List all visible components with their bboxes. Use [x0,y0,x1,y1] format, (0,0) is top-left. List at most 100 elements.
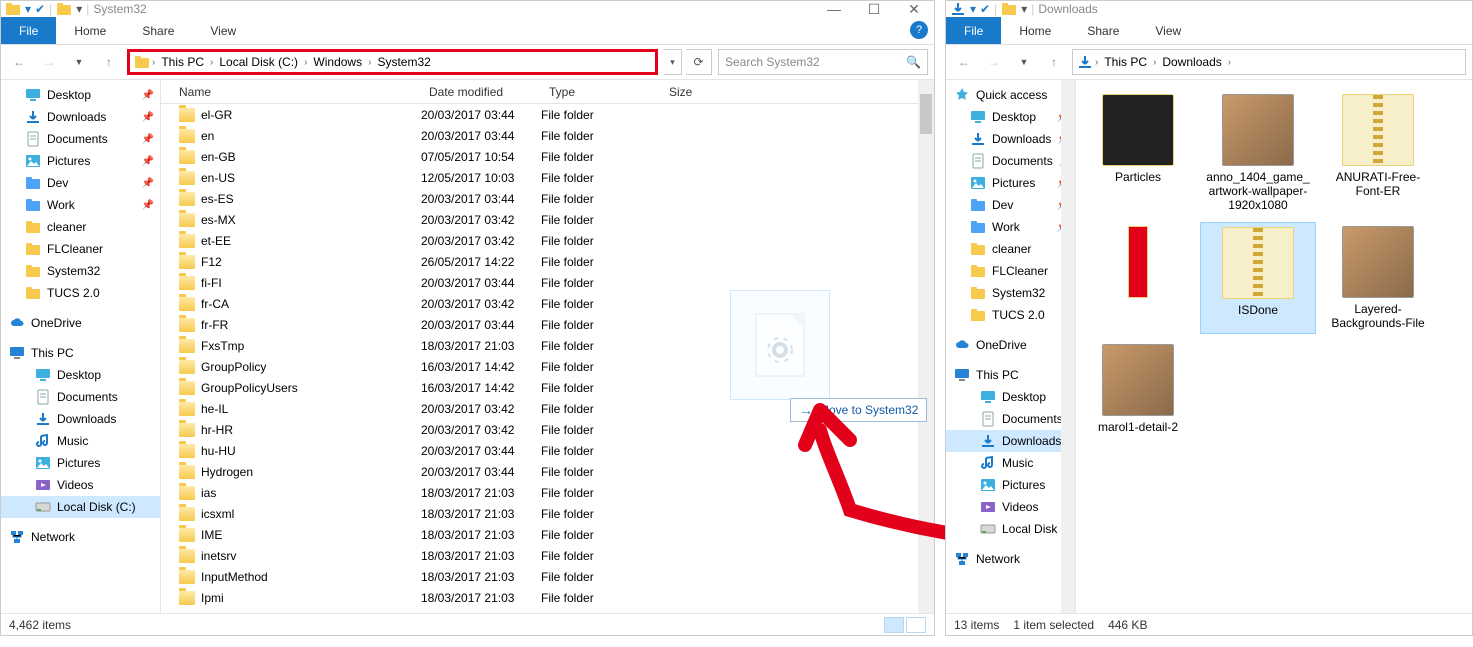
nav-item-documents[interactable]: Documents [1,386,160,408]
forward-button[interactable]: → [982,50,1006,74]
column-type[interactable]: Type [541,85,661,99]
scrollbar[interactable] [918,80,934,613]
nav-item-system32[interactable]: System32 [1,260,160,282]
nav-item-desktop[interactable]: Desktop📌 [946,106,1075,128]
nav-item-downloads[interactable]: Downloads📌 [946,128,1075,150]
nav-item-desktop[interactable]: Desktop📌 [1,84,160,106]
nav-onedrive[interactable]: OneDrive [1,312,160,334]
nav-item-system32[interactable]: System32 [946,282,1075,304]
grid-item[interactable]: Particles [1080,90,1196,216]
nav-item-local-disk-c-[interactable]: Local Disk (C:) [946,518,1075,540]
nav-item-music[interactable]: Music [946,452,1075,474]
breadcrumb[interactable]: Downloads [1158,55,1225,69]
nav-item-music[interactable]: Music [1,430,160,452]
address-bar[interactable]: › This PC› Local Disk (C:)› Windows› Sys… [127,49,658,75]
nav-item-tucs 2.0[interactable]: TUCS 2.0 [946,304,1075,326]
breadcrumb[interactable]: This PC [1100,55,1151,69]
details-view-button[interactable] [884,617,904,633]
column-size[interactable]: Size [661,85,741,99]
nav-item-cleaner[interactable]: cleaner [1,216,160,238]
scrollbar[interactable] [1061,80,1075,613]
grid-item[interactable]: ANURATI-Free-Font-ER [1320,90,1436,216]
table-row[interactable]: inetsrv 18/03/2017 21:03 File folder [161,545,934,566]
nav-item-pictures[interactable]: Pictures [946,474,1075,496]
nav-item-desktop[interactable]: Desktop [1,364,160,386]
address-dropdown[interactable]: ▾ [664,49,682,75]
table-row[interactable]: ias 18/03/2017 21:03 File folder [161,482,934,503]
grid-item[interactable]: marol1-detail-2 [1080,340,1196,438]
quick-access[interactable]: Quick access [946,84,1075,106]
column-name[interactable]: Name [161,85,421,99]
minimize-button[interactable]: — [814,1,854,17]
tab-view[interactable]: View [192,17,254,44]
nav-item-flcleaner[interactable]: FLCleaner [946,260,1075,282]
nav-item-videos[interactable]: Videos [946,496,1075,518]
table-row[interactable]: icsxml 18/03/2017 21:03 File folder [161,503,934,524]
tab-file[interactable]: File [1,17,56,44]
tab-home[interactable]: Home [1001,17,1069,44]
nav-item-documents[interactable]: Documents📌 [1,128,160,150]
grid-item[interactable]: Layered-Backgrounds-File [1320,222,1436,334]
nav-item-dev[interactable]: Dev📌 [1,172,160,194]
nav-onedrive[interactable]: OneDrive [946,334,1075,356]
nav-item-tucs 2.0[interactable]: TUCS 2.0 [1,282,160,304]
titlebar[interactable]: ▾ ✔ | ▾ | System32 — ☐ ✕ [1,1,934,17]
nav-item-documents[interactable]: Documents [946,408,1075,430]
search-input[interactable]: Search System32 🔍 [718,49,928,75]
table-row[interactable]: es-ES 20/03/2017 03:44 File folder [161,188,934,209]
table-row[interactable]: hu-HU 20/03/2017 03:44 File folder [161,440,934,461]
nav-item-downloads[interactable]: Downloads📌 [1,106,160,128]
grid-item[interactable]: ISDone [1200,222,1316,334]
nav-item-work[interactable]: Work📌 [1,194,160,216]
nav-item-cleaner[interactable]: cleaner [946,238,1075,260]
nav-item-pictures[interactable]: Pictures📌 [1,150,160,172]
nav-item-pictures[interactable]: Pictures [1,452,160,474]
table-row[interactable]: hr-HR 20/03/2017 03:42 File folder [161,419,934,440]
table-row[interactable]: es-MX 20/03/2017 03:42 File folder [161,209,934,230]
maximize-button[interactable]: ☐ [854,1,894,17]
nav-item-documents[interactable]: Documents📌 [946,150,1075,172]
column-date[interactable]: Date modified [421,85,541,99]
tab-file[interactable]: File [946,17,1001,44]
refresh-button[interactable]: ⟳ [686,49,712,75]
table-row[interactable]: Ipmi 18/03/2017 21:03 File folder [161,587,934,608]
table-row[interactable]: et-EE 20/03/2017 03:42 File folder [161,230,934,251]
table-row[interactable]: F12 26/05/2017 14:22 File folder [161,251,934,272]
table-row[interactable]: en 20/03/2017 03:44 File folder [161,125,934,146]
view-switcher[interactable] [884,617,926,633]
column-headers[interactable]: Name Date modified Type Size [161,80,934,104]
nav-thispc[interactable]: This PC [946,364,1075,386]
tab-share[interactable]: Share [1069,17,1137,44]
nav-item-pictures[interactable]: Pictures📌 [946,172,1075,194]
recent-button[interactable]: ▼ [1012,50,1036,74]
back-button[interactable]: ← [7,50,31,74]
table-row[interactable]: IME 18/03/2017 21:03 File folder [161,524,934,545]
tab-home[interactable]: Home [56,17,124,44]
nav-item-downloads[interactable]: Downloads [946,430,1075,452]
navigation-pane[interactable]: Desktop📌Downloads📌Documents📌Pictures📌Dev… [1,80,161,613]
table-row[interactable]: InputMethod 18/03/2017 21:03 File folder [161,566,934,587]
recent-button[interactable]: ▼ [67,50,91,74]
breadcrumb[interactable]: Windows [309,55,366,69]
nav-item-desktop[interactable]: Desktop [946,386,1075,408]
forward-button[interactable]: → [37,50,61,74]
table-row[interactable]: en-US 12/05/2017 10:03 File folder [161,167,934,188]
breadcrumb[interactable]: This PC [157,55,208,69]
chevron-right-icon[interactable]: › [152,57,155,68]
table-row[interactable]: en-GB 07/05/2017 10:54 File folder [161,146,934,167]
up-button[interactable]: ↑ [1042,50,1066,74]
grid-item[interactable] [1080,222,1196,334]
nav-item-flcleaner[interactable]: FLCleaner [1,238,160,260]
breadcrumb[interactable]: Local Disk (C:) [215,55,302,69]
tab-view[interactable]: View [1137,17,1199,44]
nav-item-dev[interactable]: Dev📌 [946,194,1075,216]
titlebar[interactable]: ▾ ✔ | ▾ | Downloads [946,1,1472,17]
nav-network[interactable]: Network [1,526,160,548]
content-area[interactable]: Particles anno_1404_game_artwork-wallpap… [1076,80,1472,613]
address-bar[interactable]: › This PC› Downloads› [1072,49,1466,75]
icons-view-button[interactable] [906,617,926,633]
help-button[interactable]: ? [910,21,928,39]
nav-item-videos[interactable]: Videos [1,474,160,496]
nav-item-downloads[interactable]: Downloads [1,408,160,430]
nav-item-work[interactable]: Work📌 [946,216,1075,238]
